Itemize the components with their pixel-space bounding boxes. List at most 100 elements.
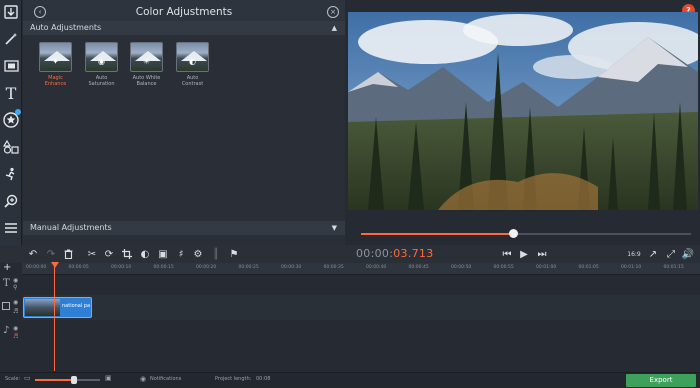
aspect-ratio-button[interactable]: 16:9 xyxy=(626,246,642,262)
shapes-icon[interactable] xyxy=(2,138,20,156)
preset-auto-contrast[interactable]: ◐ Auto Contrast xyxy=(176,42,209,87)
preview-frame-image xyxy=(348,12,698,210)
ruler-tick-label: 00:00:55 xyxy=(493,265,514,270)
contrast-icon: ◐ xyxy=(189,57,196,66)
preset-magic-enhance[interactable]: ✦ Magic Enhance xyxy=(39,42,72,87)
white-balance-icon: ☀ xyxy=(142,57,151,66)
rotate-icon[interactable]: ⟳ xyxy=(102,246,116,262)
music-note-icon: ♪ xyxy=(3,325,10,336)
auto-adjustments-label: Auto Adjustments xyxy=(30,23,102,32)
timeline-clip[interactable]: national pa xyxy=(23,297,92,318)
previous-frame-icon[interactable]: ⏮ xyxy=(500,246,514,262)
zoom-out-icon[interactable]: ▭ xyxy=(24,374,31,382)
track-visibility-icon[interactable]: ◉ xyxy=(13,299,18,306)
tool-sidebar: T xyxy=(0,0,22,245)
timeline-playhead[interactable] xyxy=(54,263,55,371)
panel-title: Color Adjustments xyxy=(135,6,233,18)
project-length-value: 00:08 xyxy=(256,376,271,382)
color-adjust-icon[interactable]: ◐ xyxy=(138,246,152,262)
ruler-tick-label: 00:00:15 xyxy=(153,265,174,270)
transitions-icon[interactable] xyxy=(2,165,20,183)
video-track xyxy=(22,295,700,320)
notifications-icon[interactable]: ◉ xyxy=(140,375,146,383)
settings-gear-icon[interactable]: ⚙ xyxy=(191,246,205,262)
next-frame-icon[interactable]: ⏭ xyxy=(535,246,549,262)
stickers-icon[interactable] xyxy=(2,109,21,129)
notification-dot xyxy=(15,109,21,115)
track-visibility-icon[interactable]: ◉ xyxy=(13,277,18,284)
audio-adjust-icon[interactable]: ♯ xyxy=(174,246,188,262)
magic-wand-icon: ✦ xyxy=(52,57,59,66)
undo-icon[interactable]: ↶ xyxy=(26,246,40,262)
manual-adjustments-section[interactable]: Manual Adjustments ▼ xyxy=(23,221,345,235)
marker-flag-icon[interactable]: ⚑ xyxy=(227,246,241,262)
clip-properties-icon[interactable]: ▣ xyxy=(156,246,170,262)
zoom-in-icon[interactable]: ▣ xyxy=(105,374,112,382)
disabled-tool-icon[interactable]: ║ xyxy=(209,246,223,262)
timecode-display: 00:00:03.713 xyxy=(356,247,434,260)
volume-icon[interactable]: 🔊 xyxy=(681,246,695,262)
preset-thumbnail: ◐ xyxy=(176,42,209,72)
ruler-tick-label: 00:00:35 xyxy=(323,265,344,270)
export-button[interactable]: Export xyxy=(626,374,696,387)
ruler-tick-label: 00:00:30 xyxy=(281,265,302,270)
preset-auto-white-balance[interactable]: ☀ Auto White Balance xyxy=(130,42,163,87)
ruler-tick-label: 00:00:25 xyxy=(238,265,259,270)
project-length-label: Project length: xyxy=(215,376,252,382)
zoom-icon[interactable] xyxy=(2,192,20,210)
ruler-tick-label: 00:00:00 xyxy=(26,265,47,270)
ruler-tick-label: 00:00:20 xyxy=(196,265,217,270)
delete-icon[interactable] xyxy=(61,246,75,262)
saturation-icon: ◉ xyxy=(98,57,105,66)
fullscreen-icon[interactable]: ⤢ xyxy=(664,246,678,262)
track-visibility-icon[interactable]: ◉ xyxy=(13,325,18,332)
color-adjustments-panel: ‹ Color Adjustments × Auto Adjustments ▲… xyxy=(23,0,345,245)
notifications-label[interactable]: Notifications xyxy=(150,376,181,382)
more-icon[interactable] xyxy=(2,219,20,237)
play-icon[interactable]: ▶ xyxy=(517,246,531,262)
audio-track xyxy=(22,322,700,342)
scale-label: Scale: xyxy=(5,376,21,382)
auto-adjustments-section[interactable]: Auto Adjustments ▲ xyxy=(23,21,345,35)
split-icon[interactable]: ✂ xyxy=(85,246,99,262)
ruler-tick-label: 00:00:10 xyxy=(111,265,132,270)
ruler-tick-label: 00:00:40 xyxy=(366,265,387,270)
ruler-tick-label: 00:00:50 xyxy=(451,265,472,270)
scale-slider-handle[interactable] xyxy=(71,376,77,384)
track-lock-icon[interactable]: ⚲ xyxy=(13,284,17,291)
preset-label: Auto Contrast xyxy=(181,75,204,87)
track-mute-icon[interactable]: ♬ xyxy=(13,308,18,315)
add-track-icon[interactable]: + xyxy=(3,262,11,273)
magic-wand-icon[interactable] xyxy=(2,30,20,48)
ruler-tick-label: 00:00:05 xyxy=(68,265,89,270)
detach-preview-icon[interactable]: ↗ xyxy=(646,246,660,262)
titles-icon[interactable]: T xyxy=(2,84,20,103)
ruler-tick-label: 00:01:10 xyxy=(621,265,642,270)
preset-thumbnail: ◉ xyxy=(85,42,118,72)
ruler-tick-label: 00:01:05 xyxy=(578,265,599,270)
track-mute-icon[interactable]: ♬ xyxy=(13,333,18,340)
clip-name: national pa xyxy=(62,303,91,309)
crop-icon[interactable] xyxy=(120,246,134,262)
filter-icon[interactable] xyxy=(2,57,20,75)
ruler-tick-label: 00:01:00 xyxy=(536,265,557,270)
preset-label: Auto White Balance xyxy=(132,75,161,87)
video-track-icon xyxy=(2,302,10,310)
scale-slider-fill xyxy=(35,379,74,381)
playhead-handle[interactable] xyxy=(51,262,59,268)
ruler-tick-label: 00:00:45 xyxy=(408,265,429,270)
preset-auto-saturation[interactable]: ◉ Auto Saturation xyxy=(85,42,118,87)
import-icon[interactable] xyxy=(2,3,20,21)
playback-scrub-handle[interactable] xyxy=(508,229,518,238)
close-icon[interactable]: × xyxy=(327,6,339,18)
timecode-current: 03.713 xyxy=(393,247,434,260)
manual-adjustments-label: Manual Adjustments xyxy=(30,223,112,232)
playback-progress-fill xyxy=(361,233,513,235)
preset-thumbnail: ✦ xyxy=(39,42,72,72)
chevron-down-icon: ▼ xyxy=(331,224,337,232)
preset-label: Auto Saturation xyxy=(88,75,115,87)
chevron-up-icon: ▲ xyxy=(331,24,337,32)
titles-track-icon: T xyxy=(3,278,10,289)
redo-icon[interactable]: ↷ xyxy=(44,246,58,262)
video-preview[interactable] xyxy=(348,12,698,210)
